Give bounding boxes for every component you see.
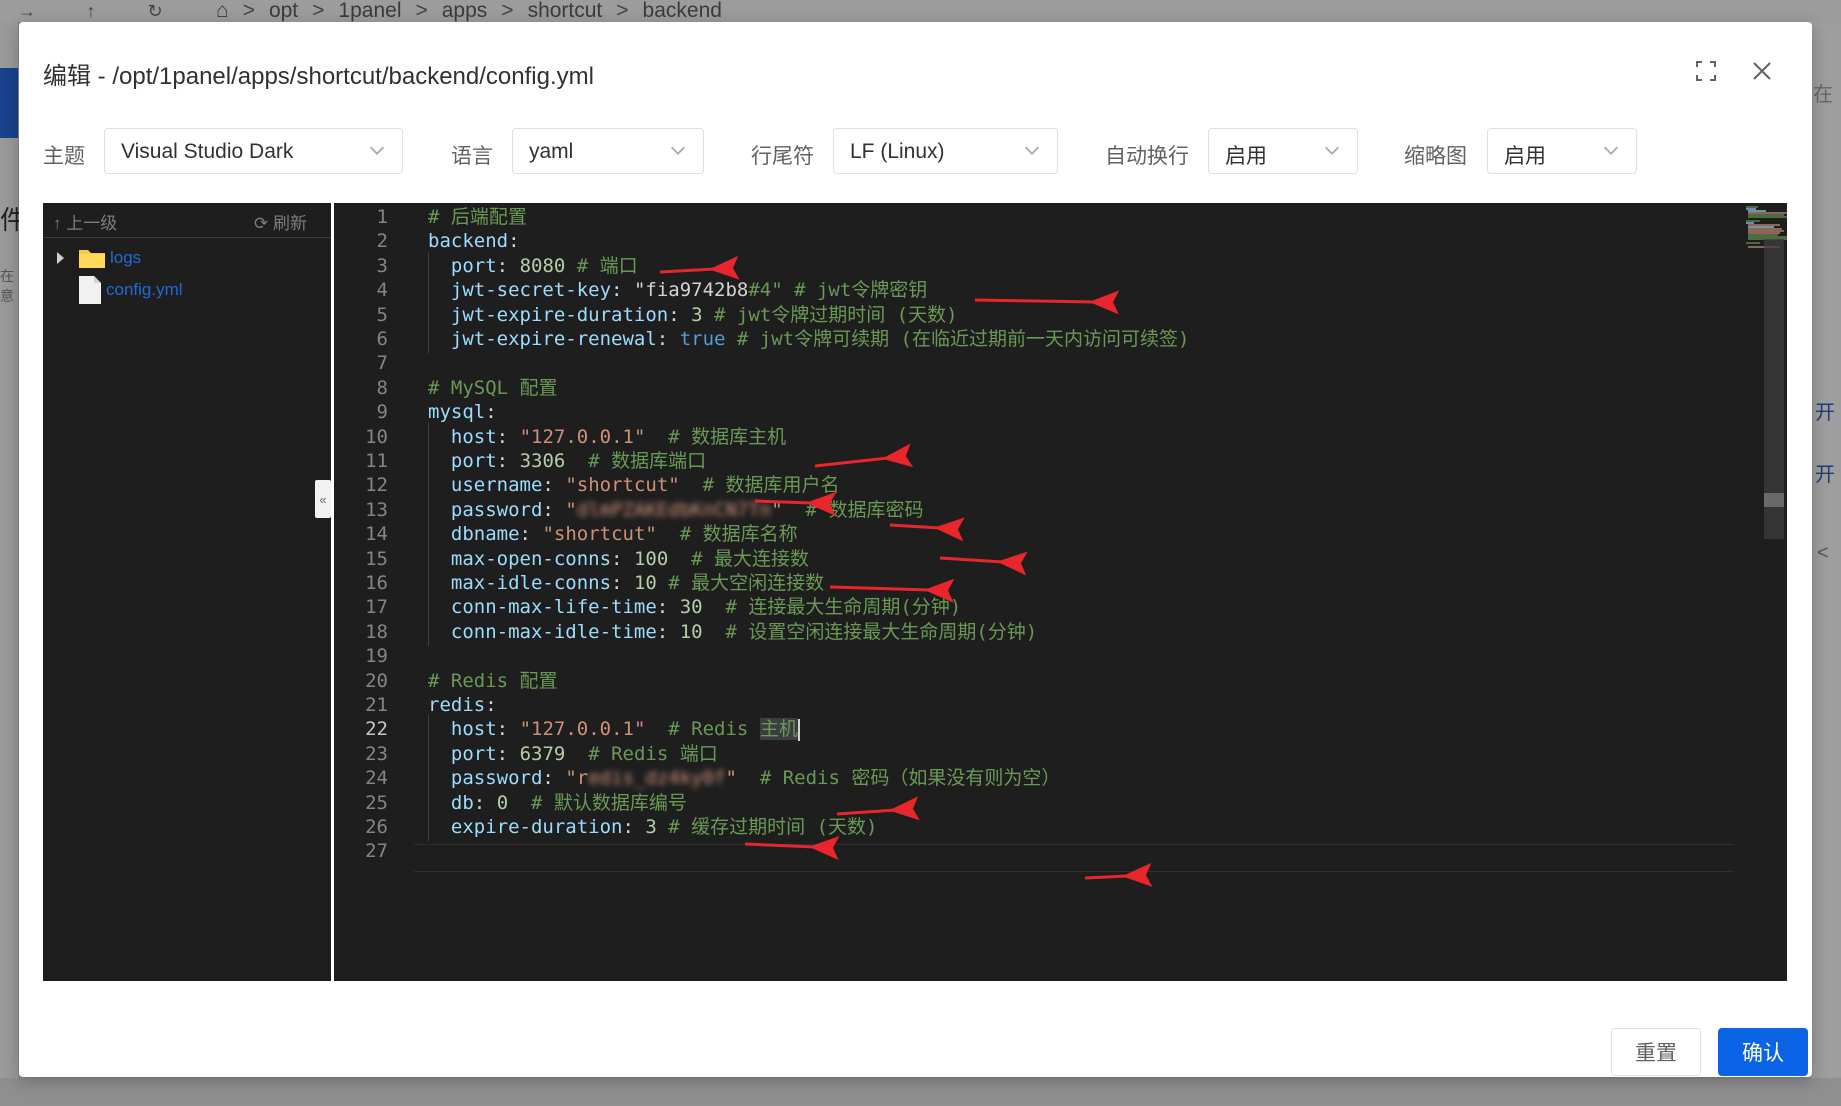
chevron-down-icon (1603, 146, 1619, 155)
collapse-tree-button[interactable]: « (315, 480, 331, 518)
chevron-down-icon (1024, 146, 1040, 155)
tree-header: ↑ 上一级 ⟳ 刷新 (43, 203, 331, 238)
dialog-title: 编辑 - /opt/1panel/apps/shortcut/backend/c… (43, 63, 594, 90)
home-icon: ⌂ (216, 0, 229, 22)
background-selected-item (0, 68, 18, 138)
eol-label: 行尾符 (751, 145, 814, 168)
expand-arrow-icon[interactable] (57, 252, 64, 264)
refresh-icon: ↻ (147, 0, 163, 21)
theme-select[interactable]: Visual Studio Dark (104, 128, 403, 174)
tree-item-logs[interactable]: logs (57, 247, 141, 269)
chevron-down-icon (1324, 146, 1340, 155)
close-icon[interactable] (1747, 56, 1777, 86)
line-number: 27 (365, 840, 388, 863)
fullscreen-icon[interactable] (1691, 56, 1721, 86)
breadcrumb-item: 1panel (338, 0, 402, 22)
edit-file-dialog: 编辑 - /opt/1panel/apps/shortcut/backend/c… (19, 22, 1812, 1077)
chevron-down-icon (670, 146, 686, 155)
minimap-select[interactable]: 启用 (1487, 128, 1637, 174)
language-label: 语言 (451, 145, 493, 168)
wrap-select[interactable]: 启用 (1208, 128, 1358, 174)
file-icon (78, 275, 102, 305)
breadcrumb-item: backend (642, 0, 722, 22)
minimap-label: 缩略图 (1404, 145, 1467, 168)
background-toolbar: → ↑ ↻ ⌂ > opt > 1panel > apps > shortcut… (0, 0, 1841, 22)
language-select[interactable]: yaml (512, 128, 704, 174)
folder-icon (78, 247, 106, 269)
up-icon: ↑ (86, 0, 96, 21)
breadcrumb: ⌂ > opt > 1panel > apps > shortcut > bac… (216, 0, 722, 22)
file-tree: ↑ 上一级 ⟳ 刷新 logs config.yml (43, 203, 331, 981)
reset-button[interactable]: 重置 (1611, 1028, 1701, 1076)
breadcrumb-item: apps (441, 0, 488, 22)
wrap-label: 自动换行 (1105, 145, 1189, 168)
forward-icon: → (18, 0, 36, 21)
breadcrumb-item: shortcut (527, 0, 603, 22)
background-footer (0, 1078, 1841, 1106)
code-line[interactable]: 27 (334, 837, 1787, 865)
background-right-panel: 在 开 开 < (1811, 22, 1841, 1106)
refresh-icon: ⟳ (254, 214, 269, 233)
tree-item-config[interactable]: config.yml (78, 275, 183, 305)
confirm-button[interactable]: 确认 (1718, 1028, 1808, 1076)
parent-dir-button[interactable]: ↑ 上一级 (53, 209, 117, 234)
breadcrumb-item: opt (268, 0, 299, 22)
refresh-button[interactable]: ⟳ 刷新 (254, 209, 307, 234)
background-sidebar: 件 在意 (0, 22, 26, 1106)
eol-select[interactable]: LF (Linux) (833, 128, 1058, 174)
chevron-down-icon (369, 146, 385, 155)
theme-label: 主题 (43, 145, 85, 168)
code-editor[interactable]: 1 # 后端配置 2 backend: 3 port: 8080 # 端口 4 jwt-s… (334, 203, 1787, 981)
